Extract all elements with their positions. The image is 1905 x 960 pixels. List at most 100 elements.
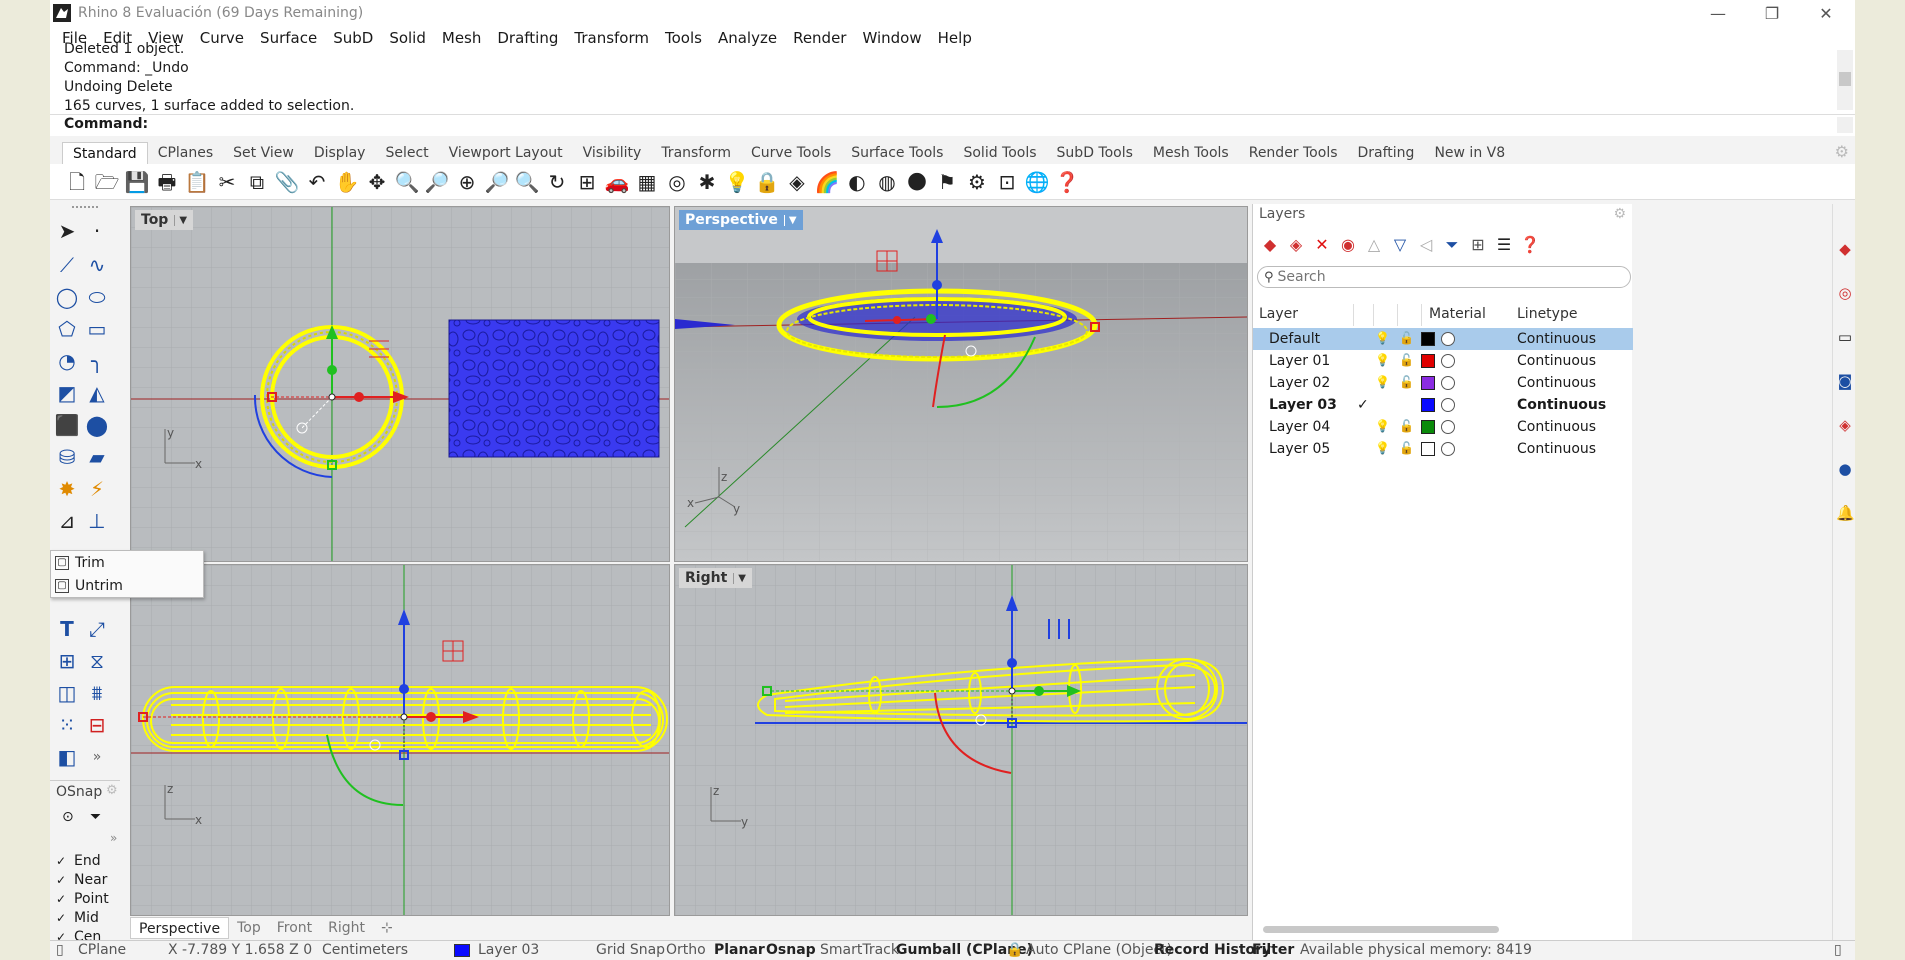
layer-linetype[interactable]: Continuous (1517, 353, 1596, 369)
tab-right[interactable]: Right (320, 917, 373, 939)
layer-color-swatch[interactable] (1421, 398, 1435, 412)
chevron-down-icon[interactable]: ▼ (174, 214, 187, 226)
toolbar-icon[interactable]: 📎 (274, 169, 300, 195)
tab-standard[interactable]: Standard (62, 142, 148, 164)
layer-row[interactable]: Layer 02 💡 🔓 Continuous (1253, 372, 1633, 394)
tab-select[interactable]: Select (375, 142, 438, 164)
osnap-option[interactable]: ✓ End (56, 853, 101, 869)
toolbar-icon[interactable]: 🗁 (94, 169, 120, 195)
toolbar-icon[interactable]: 🌐 (1024, 169, 1050, 195)
mesh-icon[interactable]: ⩩ (84, 680, 110, 706)
col-layer[interactable]: Layer (1259, 306, 1298, 322)
text-icon[interactable]: T (54, 616, 80, 642)
toolbar-icon[interactable]: ✱ (694, 169, 720, 195)
menu-render[interactable]: Render (785, 29, 854, 47)
render-box-icon[interactable]: ◫ (54, 680, 80, 706)
menu-solid[interactable]: Solid (381, 29, 434, 47)
box-icon[interactable]: ⬛ (54, 412, 80, 438)
layer-linetype[interactable]: Continuous (1517, 441, 1596, 457)
toolbar-icon[interactable]: 🌈 (814, 169, 840, 195)
status-units[interactable]: Centimeters (322, 942, 408, 958)
close-button[interactable]: ✕ (1798, 0, 1854, 26)
toolbar-icon[interactable]: 🖶 (154, 169, 180, 195)
gear-icon[interactable]: ⚙ (1835, 142, 1849, 161)
loft-icon[interactable]: ◭ (84, 380, 110, 406)
new-layer-icon[interactable]: ◆ (1259, 234, 1281, 256)
curve-icon[interactable]: ∿ (84, 252, 110, 278)
ellipse-icon[interactable]: ⬭ (84, 284, 110, 310)
menu-tools[interactable]: Tools (657, 29, 710, 47)
layers-panel-icon[interactable]: ◆ (1836, 240, 1854, 258)
named-views-icon[interactable]: ◙ (1836, 372, 1854, 390)
toolbar-icon[interactable]: ◈ (784, 169, 810, 195)
viewport-top[interactable]: y x Top ▼ (130, 206, 670, 562)
planar-toggle[interactable]: Planar (714, 942, 765, 958)
tab-front[interactable]: Front (269, 917, 320, 939)
polyline-icon[interactable]: ⟋ (54, 252, 80, 278)
toolbar-grip[interactable] (72, 206, 98, 209)
layer-color-swatch[interactable] (1421, 420, 1435, 434)
menu-help[interactable]: Help (930, 29, 980, 47)
checkbox-icon[interactable]: ✓ (56, 912, 68, 924)
texture-plane[interactable] (448, 319, 660, 458)
filter-toggle[interactable]: Filter (1252, 942, 1294, 958)
color-wheel-icon[interactable]: ◎ (1836, 284, 1854, 302)
toolbar-icon[interactable]: ⊞ (574, 169, 600, 195)
explode-icon[interactable]: ⚡ (84, 476, 110, 502)
command-spin[interactable] (1837, 117, 1853, 133)
layer-row[interactable]: Layer 05 💡 🔓 Continuous (1253, 438, 1633, 460)
lock-icon[interactable]: 🔒 (1006, 942, 1023, 958)
checkbox-icon[interactable]: ✓ (56, 874, 68, 886)
ortho-toggle[interactable]: Ortho (666, 942, 706, 958)
osnap-option[interactable]: ✓ Point (56, 891, 109, 907)
flyout-item-trim[interactable]: ▢ Trim (51, 551, 203, 574)
toolbar-icon[interactable]: ◎ (664, 169, 690, 195)
toolbar-icon[interactable]: ↻ (544, 169, 570, 195)
viewport-perspective[interactable]: z x y Perspective ▼ (674, 206, 1248, 562)
fillet-icon[interactable]: ╮ (84, 348, 110, 374)
lock-icon[interactable]: 🔓 (1399, 353, 1414, 367)
toolbar-icon[interactable]: 💡 (724, 169, 750, 195)
sphere-icon[interactable]: ⬤ (84, 412, 110, 438)
layer-linetype[interactable]: Continuous (1517, 397, 1606, 413)
move-left-icon[interactable]: ◁ (1415, 234, 1437, 256)
toolbar-icon[interactable]: 🚗 (604, 169, 630, 195)
visibility-bulb-icon[interactable]: 💡 (1375, 331, 1390, 345)
group-icon[interactable]: ⊞ (54, 648, 80, 674)
menu-mesh[interactable]: Mesh (434, 29, 490, 47)
lock-icon[interactable]: 🔓 (1399, 419, 1414, 433)
current-layer-check-icon[interactable]: ✓ (1357, 397, 1369, 413)
tab-top[interactable]: Top (229, 917, 269, 939)
osnap-toggle[interactable]: Osnap (766, 942, 816, 958)
osnap-option[interactable]: ✓ Mid (56, 910, 99, 926)
viewport-label-top[interactable]: Top ▼ (135, 210, 194, 230)
toolbar-icon[interactable]: ↶ (304, 169, 330, 195)
tab-display[interactable]: Display (304, 142, 376, 164)
circle-icon[interactable]: ◯ (54, 284, 80, 310)
tab-subd-tools[interactable]: SubD Tools (1047, 142, 1143, 164)
split-icon[interactable]: ⊥ (84, 508, 110, 534)
status-cplane[interactable]: CPlane (78, 942, 126, 958)
tab-mesh-tools[interactable]: Mesh Tools (1143, 142, 1239, 164)
polygon-icon[interactable]: ⬠ (54, 316, 80, 342)
checkbox-icon[interactable]: ✓ (56, 855, 68, 867)
move-down-icon[interactable]: ▽ (1389, 234, 1411, 256)
new-sublayer-icon[interactable]: ◈ (1285, 234, 1307, 256)
gear-icon[interactable]: ⚙ (106, 783, 118, 798)
material-icon[interactable] (1441, 354, 1455, 368)
checkbox-icon[interactable]: ✓ (56, 893, 68, 905)
point-icon[interactable]: · (84, 218, 110, 244)
toolbar-icon[interactable]: ⚙ (964, 169, 990, 195)
surface-icon[interactable]: ◩ (54, 380, 80, 406)
tab-curve-tools[interactable]: Curve Tools (741, 142, 841, 164)
delete-icon[interactable]: ✕ (1311, 234, 1333, 256)
layer-state-icon[interactable]: ◈ (1836, 416, 1854, 434)
select-arrow-icon[interactable]: ➤ (54, 218, 80, 244)
toolbar-icon[interactable]: ◐ (844, 169, 870, 195)
grid-snap-toggle[interactable]: Grid Snap (596, 942, 665, 958)
toolbar-icon[interactable]: ✂ (214, 169, 240, 195)
layer-color-swatch[interactable] (1421, 354, 1435, 368)
toolbar-icon[interactable]: 📋 (184, 169, 210, 195)
extrude-icon[interactable]: ▰ (84, 444, 110, 470)
boolean-icon[interactable]: ✸ (54, 476, 80, 502)
